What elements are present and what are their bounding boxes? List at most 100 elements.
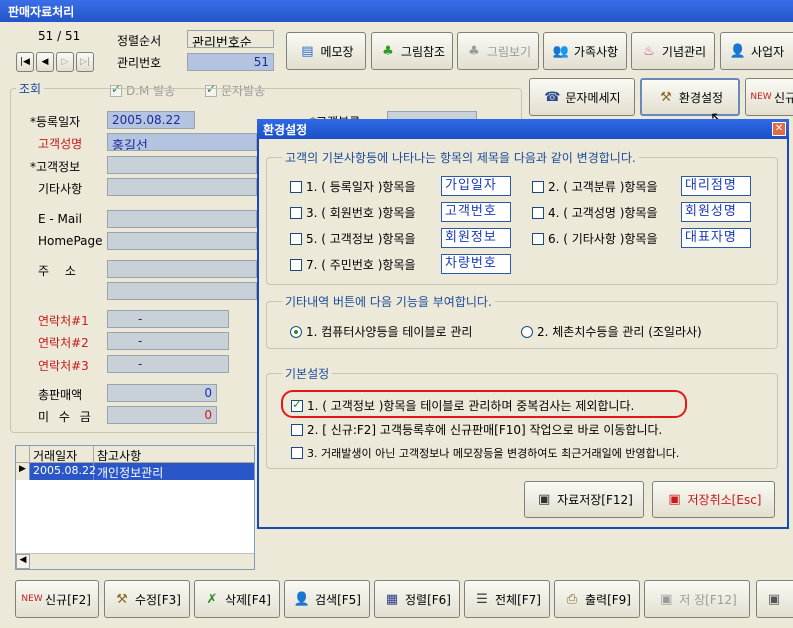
basic3-option[interactable]: 3. 거래발생이 아닌 고객정보나 메모장등을 변경하여도 최근거래일에 반영합… <box>291 445 679 461</box>
list-icon: ☰ <box>476 591 488 607</box>
section3-title: 기본설정 <box>282 365 333 382</box>
contact2-field[interactable]: - <box>107 332 229 350</box>
anniversary-button[interactable]: ♨ 기념관리 <box>631 32 715 70</box>
radio1-button[interactable] <box>290 325 302 338</box>
tools-icon: ⚒ <box>116 591 128 607</box>
close-icon[interactable]: ✕ <box>772 122 786 136</box>
item6-value[interactable]: 대표자명 <box>681 228 751 248</box>
contact3-field[interactable]: - <box>107 355 229 373</box>
sort-select[interactable]: 관리번호순 <box>187 30 274 48</box>
item4-option[interactable]: 4. ( 고객성명 )항목을 <box>532 204 658 221</box>
email-field[interactable] <box>107 210 257 228</box>
record-nav: |◀ ◀ ▷ ▷| <box>16 52 94 72</box>
grid-corner <box>16 446 30 462</box>
radio1-option[interactable]: 1. 컴퓨터사양등을 테이블로 관리 <box>290 323 472 340</box>
window-title-bar: 판매자료처리 <box>0 0 793 22</box>
item1-option[interactable]: 1. ( 등록일자 )항목을 <box>290 178 416 195</box>
item5-checkbox[interactable] <box>290 232 302 245</box>
item7-option[interactable]: 7. ( 주민번호 )항목을 <box>290 256 416 273</box>
unpaid-field: 0 <box>107 406 217 424</box>
row-pointer-icon: ▶ <box>16 463 30 480</box>
last-icon: ▷| <box>80 57 90 67</box>
memo-button[interactable]: ▤ 메모장 <box>286 32 366 70</box>
grid-col-date[interactable]: 거래일자 <box>30 446 94 463</box>
edit-button[interactable]: ⚒ 수정[F3] <box>104 580 190 618</box>
print-button[interactable]: ⎙ 출력[F9] <box>554 580 640 618</box>
contact1-label: 연락처#1 <box>38 314 89 328</box>
scroll-left-icon[interactable]: ◀ <box>16 554 30 569</box>
save-button[interactable]: ▣ 저 장[F12] <box>644 580 750 618</box>
basic1-checkbox[interactable] <box>291 397 303 412</box>
new-partial-button[interactable]: NEW 신규 <box>745 78 793 116</box>
first-record-button[interactable]: |◀ <box>16 52 34 72</box>
cancel-partial-button[interactable]: ▣ <box>756 580 793 618</box>
picture-ref-button[interactable]: ♣ 그림참조 <box>371 32 453 70</box>
basic3-checkbox[interactable] <box>291 447 303 459</box>
new-button[interactable]: NEW 신규[F2] <box>15 580 99 618</box>
item3-checkbox[interactable] <box>290 206 302 219</box>
last-record-button[interactable]: ▷| <box>76 52 94 72</box>
env-settings-button[interactable]: ⚒ 환경설정 <box>640 78 740 116</box>
item2-checkbox[interactable] <box>532 180 544 193</box>
reg-date-field[interactable]: 2005.08.22 <box>107 111 195 129</box>
item1-value[interactable]: 가입일자 <box>441 176 511 196</box>
item7-value[interactable]: 차량번호 <box>441 254 511 274</box>
contact2-label: 연락처#2 <box>38 336 89 350</box>
address-field-1[interactable] <box>107 260 257 278</box>
item2-value[interactable]: 대리점명 <box>681 176 751 196</box>
homepage-label: HomePage <box>38 234 103 248</box>
disk-icon: ▣ <box>767 591 781 607</box>
picture-view-button[interactable]: ♣ 그림보기 <box>457 32 539 70</box>
dialog-title-bar: 환경설정 ✕ <box>257 119 789 139</box>
cust-name-label: 고객성명 <box>38 137 83 151</box>
item4-checkbox[interactable] <box>532 206 544 219</box>
basic2-checkbox[interactable] <box>291 423 303 436</box>
item7-checkbox[interactable] <box>290 258 302 271</box>
section1-title: 고객의 기본사항등에 나타나는 항목의 제목을 다음과 같이 변경합니다. <box>282 149 639 166</box>
radio2-button[interactable] <box>521 325 533 338</box>
dialog-save-button[interactable]: ▣ 자료저장[F12] <box>524 481 644 518</box>
grid-col-note[interactable]: 참고사항 <box>94 446 244 463</box>
item3-option[interactable]: 3. ( 회원번호 )항목을 <box>290 204 416 221</box>
table-row[interactable]: ▶ 2005.08.22 개인정보관리 <box>16 463 254 480</box>
item6-checkbox[interactable] <box>532 232 544 245</box>
row-date: 2005.08.22 <box>30 463 96 480</box>
prev-record-button[interactable]: ◀ <box>36 52 54 72</box>
transaction-grid[interactable]: 거래일자 참고사항 ▶ 2005.08.22 개인정보관리 ◀ <box>15 445 255 570</box>
basic2-option[interactable]: 2. [ 신규:F2] 고객등록후에 신규판매[F10] 작업으로 바로 이동합… <box>291 421 662 438</box>
item1-checkbox[interactable] <box>290 180 302 193</box>
homepage-field[interactable] <box>107 232 257 250</box>
basic1-option[interactable]: 1. ( 고객정보 )항목을 테이블로 관리하며 중복검사는 제외합니다. <box>291 397 634 414</box>
item5-option[interactable]: 5. ( 고객정보 )항목을 <box>290 230 416 247</box>
page-counter: 51 / 51 <box>38 29 81 43</box>
address-field-2[interactable] <box>107 282 257 300</box>
delete-button[interactable]: ✗ 삭제[F4] <box>194 580 280 618</box>
mgmt-label: 관리번호 <box>117 56 162 70</box>
etc-field[interactable] <box>107 178 257 196</box>
disk-cancel-icon: ▣ <box>668 492 681 507</box>
search-user-icon: 👤 <box>293 591 311 607</box>
item4-value[interactable]: 회원성명 <box>681 202 751 222</box>
next-record-button[interactable]: ▷ <box>56 52 74 72</box>
grid-hscrollbar[interactable]: ◀ <box>16 553 254 569</box>
contact1-field[interactable]: - <box>107 310 229 328</box>
item5-value[interactable]: 회원정보 <box>441 228 511 248</box>
etc-label: 기타사항 <box>38 182 83 196</box>
item6-option[interactable]: 6. ( 기타사항 )항목을 <box>532 230 658 247</box>
sms-button[interactable]: ☎ 문자메세지 <box>529 78 635 116</box>
item2-option[interactable]: 2. ( 고객분류 )항목을 <box>532 178 658 195</box>
family-button[interactable]: 👥 가족사항 <box>543 32 627 70</box>
cust-name-field[interactable]: 홍길선 <box>107 133 257 151</box>
item3-value[interactable]: 고객번호 <box>441 202 511 222</box>
person-icon: 👤 <box>729 43 747 59</box>
business-button[interactable]: 👤 사업자 <box>720 32 793 70</box>
radio2-option[interactable]: 2. 체촌치수등을 관리 (조일라사) <box>521 323 702 340</box>
email-label: E - Mail <box>38 212 82 226</box>
search-button[interactable]: 👤 검색[F5] <box>284 580 370 618</box>
cust-info-field[interactable] <box>107 156 257 174</box>
tools-icon: ⚒ <box>660 89 672 105</box>
all-button[interactable]: ☰ 전체[F7] <box>464 580 550 618</box>
total-sales-label: 총판매액 <box>38 388 83 402</box>
sort-button[interactable]: ▦ 정렬[F6] <box>374 580 460 618</box>
dialog-cancel-button[interactable]: ▣ 저장취소[Esc] <box>652 481 775 518</box>
